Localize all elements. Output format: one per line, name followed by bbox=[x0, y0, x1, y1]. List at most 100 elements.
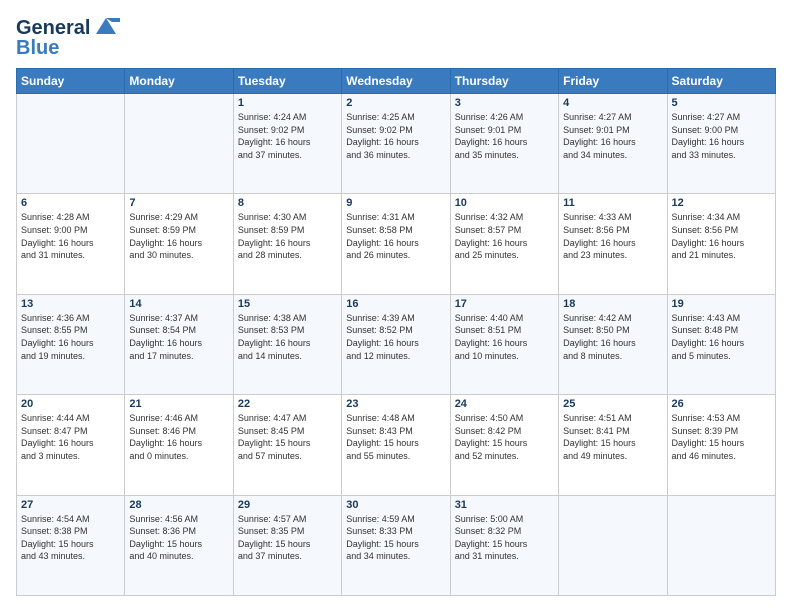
day-number: 2 bbox=[346, 97, 445, 109]
day-info: Sunrise: 4:26 AM Sunset: 9:01 PM Dayligh… bbox=[455, 111, 554, 161]
calendar-week-4: 20Sunrise: 4:44 AM Sunset: 8:47 PM Dayli… bbox=[17, 395, 776, 495]
day-info: Sunrise: 4:27 AM Sunset: 9:00 PM Dayligh… bbox=[672, 111, 771, 161]
calendar-header-row: SundayMondayTuesdayWednesdayThursdayFrid… bbox=[17, 69, 776, 94]
day-info: Sunrise: 5:00 AM Sunset: 8:32 PM Dayligh… bbox=[455, 513, 554, 563]
day-info: Sunrise: 4:25 AM Sunset: 9:02 PM Dayligh… bbox=[346, 111, 445, 161]
day-info: Sunrise: 4:36 AM Sunset: 8:55 PM Dayligh… bbox=[21, 312, 120, 362]
day-number: 23 bbox=[346, 398, 445, 410]
day-number: 14 bbox=[129, 298, 228, 310]
logo-general: General bbox=[16, 18, 90, 38]
calendar-cell: 2 Sunrise: 4:25 AM Sunset: 9:02 PM Daylig… bbox=[342, 94, 450, 194]
day-number: 11 bbox=[563, 197, 662, 209]
logo: General Blue bbox=[16, 16, 120, 58]
calendar-cell: 3 Sunrise: 4:26 AM Sunset: 9:01 PM Daylig… bbox=[450, 94, 558, 194]
day-header-wednesday: Wednesday bbox=[342, 69, 450, 94]
calendar-cell: 18Sunrise: 4:42 AM Sunset: 8:50 PM Dayli… bbox=[559, 294, 667, 394]
calendar-cell: 28 Sunrise: 4:56 AM Sunset: 8:36 PM Dayli… bbox=[125, 495, 233, 595]
day-info: Sunrise: 4:39 AM Sunset: 8:52 PM Dayligh… bbox=[346, 312, 445, 362]
day-info: Sunrise: 4:38 AM Sunset: 8:53 PM Dayligh… bbox=[238, 312, 337, 362]
day-header-tuesday: Tuesday bbox=[233, 69, 341, 94]
day-number: 20 bbox=[21, 398, 120, 410]
calendar-cell: 21 Sunrise: 4:46 AM Sunset: 8:46 PM Dayli… bbox=[125, 395, 233, 495]
day-number: 30 bbox=[346, 499, 445, 511]
calendar-cell: 4 Sunrise: 4:27 AM Sunset: 9:01 PM Daylig… bbox=[559, 94, 667, 194]
calendar-cell: 20Sunrise: 4:44 AM Sunset: 8:47 PM Dayli… bbox=[17, 395, 125, 495]
calendar-cell: 17 Sunrise: 4:40 AM Sunset: 8:51 PM Dayli… bbox=[450, 294, 558, 394]
day-info: Sunrise: 4:57 AM Sunset: 8:35 PM Dayligh… bbox=[238, 513, 337, 563]
day-number: 24 bbox=[455, 398, 554, 410]
day-number: 7 bbox=[129, 197, 228, 209]
calendar-cell: 27 Sunrise: 4:54 AM Sunset: 8:38 PM Dayli… bbox=[17, 495, 125, 595]
day-number: 3 bbox=[455, 97, 554, 109]
day-info: Sunrise: 4:46 AM Sunset: 8:46 PM Dayligh… bbox=[129, 412, 228, 462]
day-number: 9 bbox=[346, 197, 445, 209]
calendar-cell bbox=[667, 495, 775, 595]
day-number: 17 bbox=[455, 298, 554, 310]
calendar-cell: 13 Sunrise: 4:36 AM Sunset: 8:55 PM Dayli… bbox=[17, 294, 125, 394]
day-info: Sunrise: 4:54 AM Sunset: 8:38 PM Dayligh… bbox=[21, 513, 120, 563]
day-number: 31 bbox=[455, 499, 554, 511]
calendar-cell bbox=[559, 495, 667, 595]
calendar-cell: 9 Sunrise: 4:31 AM Sunset: 8:58 PM Daylig… bbox=[342, 194, 450, 294]
day-info: Sunrise: 4:37 AM Sunset: 8:54 PM Dayligh… bbox=[129, 312, 228, 362]
day-number: 6 bbox=[21, 197, 120, 209]
day-info: Sunrise: 4:53 AM Sunset: 8:39 PM Dayligh… bbox=[672, 412, 771, 462]
calendar-cell: 12Sunrise: 4:34 AM Sunset: 8:56 PM Dayli… bbox=[667, 194, 775, 294]
day-number: 4 bbox=[563, 97, 662, 109]
day-info: Sunrise: 4:50 AM Sunset: 8:42 PM Dayligh… bbox=[455, 412, 554, 462]
calendar-cell: 22Sunrise: 4:47 AM Sunset: 8:45 PM Dayli… bbox=[233, 395, 341, 495]
day-number: 29 bbox=[238, 499, 337, 511]
calendar-cell: 24 Sunrise: 4:50 AM Sunset: 8:42 PM Dayli… bbox=[450, 395, 558, 495]
calendar-cell: 14 Sunrise: 4:37 AM Sunset: 8:54 PM Dayli… bbox=[125, 294, 233, 394]
calendar-cell: 11 Sunrise: 4:33 AM Sunset: 8:56 PM Dayli… bbox=[559, 194, 667, 294]
calendar-cell: 19 Sunrise: 4:43 AM Sunset: 8:48 PM Dayli… bbox=[667, 294, 775, 394]
day-header-thursday: Thursday bbox=[450, 69, 558, 94]
calendar-cell: 31 Sunrise: 5:00 AM Sunset: 8:32 PM Dayli… bbox=[450, 495, 558, 595]
day-info: Sunrise: 4:42 AM Sunset: 8:50 PM Dayligh… bbox=[563, 312, 662, 362]
day-header-saturday: Saturday bbox=[667, 69, 775, 94]
logo-icon bbox=[92, 12, 120, 40]
calendar-cell: 29 Sunrise: 4:57 AM Sunset: 8:35 PM Dayli… bbox=[233, 495, 341, 595]
day-info: Sunrise: 4:40 AM Sunset: 8:51 PM Dayligh… bbox=[455, 312, 554, 362]
day-info: Sunrise: 4:56 AM Sunset: 8:36 PM Dayligh… bbox=[129, 513, 228, 563]
day-number: 13 bbox=[21, 298, 120, 310]
day-number: 15 bbox=[238, 298, 337, 310]
calendar-cell: 23 Sunrise: 4:48 AM Sunset: 8:43 PM Dayli… bbox=[342, 395, 450, 495]
day-info: Sunrise: 4:48 AM Sunset: 8:43 PM Dayligh… bbox=[346, 412, 445, 462]
calendar-cell: 7 Sunrise: 4:29 AM Sunset: 8:59 PM Daylig… bbox=[125, 194, 233, 294]
day-number: 26 bbox=[672, 398, 771, 410]
day-info: Sunrise: 4:43 AM Sunset: 8:48 PM Dayligh… bbox=[672, 312, 771, 362]
calendar-cell: 16 Sunrise: 4:39 AM Sunset: 8:52 PM Dayli… bbox=[342, 294, 450, 394]
day-header-friday: Friday bbox=[559, 69, 667, 94]
day-info: Sunrise: 4:59 AM Sunset: 8:33 PM Dayligh… bbox=[346, 513, 445, 563]
day-number: 21 bbox=[129, 398, 228, 410]
day-info: Sunrise: 4:29 AM Sunset: 8:59 PM Dayligh… bbox=[129, 211, 228, 261]
calendar-cell: 1Sunrise: 4:24 AM Sunset: 9:02 PM Daylig… bbox=[233, 94, 341, 194]
day-header-monday: Monday bbox=[125, 69, 233, 94]
header: General Blue bbox=[16, 16, 776, 58]
calendar-cell: 5 Sunrise: 4:27 AM Sunset: 9:00 PM Daylig… bbox=[667, 94, 775, 194]
calendar-week-5: 27 Sunrise: 4:54 AM Sunset: 8:38 PM Dayli… bbox=[17, 495, 776, 595]
calendar-cell: 6Sunrise: 4:28 AM Sunset: 9:00 PM Daylig… bbox=[17, 194, 125, 294]
day-info: Sunrise: 4:47 AM Sunset: 8:45 PM Dayligh… bbox=[238, 412, 337, 462]
calendar-cell: 8Sunrise: 4:30 AM Sunset: 8:59 PM Daylig… bbox=[233, 194, 341, 294]
calendar-cell bbox=[17, 94, 125, 194]
calendar-table: SundayMondayTuesdayWednesdayThursdayFrid… bbox=[16, 68, 776, 596]
calendar-cell: 25Sunrise: 4:51 AM Sunset: 8:41 PM Dayli… bbox=[559, 395, 667, 495]
calendar-week-2: 6Sunrise: 4:28 AM Sunset: 9:00 PM Daylig… bbox=[17, 194, 776, 294]
day-number: 16 bbox=[346, 298, 445, 310]
day-number: 8 bbox=[238, 197, 337, 209]
day-info: Sunrise: 4:31 AM Sunset: 8:58 PM Dayligh… bbox=[346, 211, 445, 261]
logo-blue: Blue bbox=[16, 38, 120, 58]
day-info: Sunrise: 4:33 AM Sunset: 8:56 PM Dayligh… bbox=[563, 211, 662, 261]
day-number: 27 bbox=[21, 499, 120, 511]
day-number: 1 bbox=[238, 97, 337, 109]
calendar-cell bbox=[125, 94, 233, 194]
calendar-cell: 15 Sunrise: 4:38 AM Sunset: 8:53 PM Dayli… bbox=[233, 294, 341, 394]
day-info: Sunrise: 4:27 AM Sunset: 9:01 PM Dayligh… bbox=[563, 111, 662, 161]
day-number: 28 bbox=[129, 499, 228, 511]
day-number: 25 bbox=[563, 398, 662, 410]
day-number: 19 bbox=[672, 298, 771, 310]
day-number: 5 bbox=[672, 97, 771, 109]
calendar-week-3: 13 Sunrise: 4:36 AM Sunset: 8:55 PM Dayli… bbox=[17, 294, 776, 394]
